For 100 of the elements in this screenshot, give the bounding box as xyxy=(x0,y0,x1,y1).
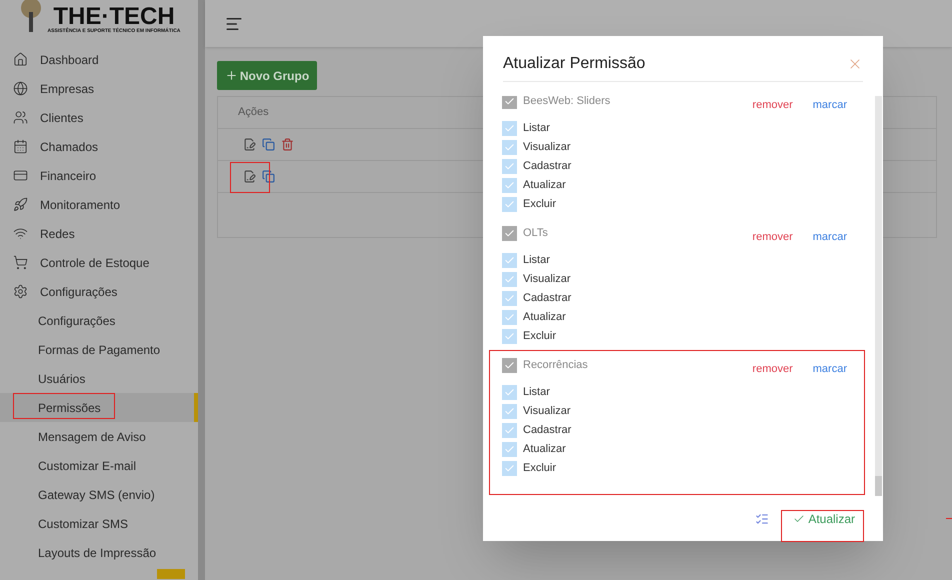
check-icon xyxy=(504,255,515,266)
check-icon xyxy=(504,387,515,398)
permission-label: Visualizar xyxy=(523,404,570,420)
cart-icon xyxy=(13,255,28,270)
permission-label: Atualizar xyxy=(523,310,566,326)
check-icon xyxy=(504,444,515,455)
checkbox[interactable] xyxy=(502,226,517,241)
update-button[interactable]: Atualizar xyxy=(793,510,855,528)
checkbox[interactable] xyxy=(502,442,517,457)
check-icon xyxy=(504,293,515,304)
list-icon[interactable] xyxy=(755,512,770,526)
sidebar-item[interactable]: Financeiro xyxy=(0,161,198,190)
check-icon xyxy=(504,274,515,285)
permission-label: Listar xyxy=(523,253,550,268)
sidebar-subitem[interactable]: Configurações xyxy=(0,306,198,335)
checkbox[interactable] xyxy=(502,423,517,438)
sidebar-subitem[interactable]: Customizar SMS xyxy=(0,509,198,538)
check-icon xyxy=(504,180,515,191)
mark-link[interactable]: marcar xyxy=(812,229,847,246)
sidebar-item[interactable]: Controle de Estoque xyxy=(0,248,198,277)
sidebar-subitem[interactable]: Customizar E-mail xyxy=(0,451,198,480)
sidebar-subitem[interactable]: Gateway SMS (envio) xyxy=(0,480,198,509)
sidebar-subitem[interactable]: Formas de Pagamento xyxy=(0,335,198,364)
check-icon xyxy=(504,142,515,153)
highlight-mark xyxy=(946,518,952,519)
check-icon xyxy=(504,312,515,323)
permission-label: Visualizar xyxy=(523,140,570,156)
copy-icon[interactable] xyxy=(262,138,275,151)
check-icon xyxy=(504,463,515,474)
check-icon xyxy=(504,199,515,210)
permission-label: Visualizar xyxy=(523,272,570,288)
permission-label: Listar xyxy=(523,121,550,136)
edit-icon[interactable] xyxy=(243,170,256,183)
badge xyxy=(157,569,185,579)
checkbox[interactable] xyxy=(502,404,517,419)
permission-label: Excluir xyxy=(523,329,556,344)
sidebar-item[interactable]: Redes xyxy=(0,219,198,248)
group-label: BeesWeb: Sliders xyxy=(523,96,610,109)
checkbox[interactable] xyxy=(502,253,517,268)
remove-link[interactable]: remover xyxy=(752,229,793,246)
sidebar-item[interactable]: Configurações xyxy=(0,277,198,306)
permission-label: Atualizar xyxy=(523,178,566,194)
checkbox[interactable] xyxy=(502,272,517,287)
checkbox[interactable] xyxy=(502,358,517,373)
sidebar-item[interactable]: Dashboard xyxy=(0,45,198,74)
checkbox[interactable] xyxy=(502,140,517,155)
checkbox[interactable] xyxy=(502,461,517,476)
edit-icon[interactable] xyxy=(243,138,256,151)
check-icon xyxy=(504,425,515,436)
rocket-icon xyxy=(13,197,28,212)
checkbox[interactable] xyxy=(502,159,517,174)
checkbox[interactable] xyxy=(502,329,517,344)
globe-icon xyxy=(13,81,28,96)
check-icon xyxy=(504,228,515,239)
permission-label: Excluir xyxy=(523,197,556,212)
remove-link[interactable]: remover xyxy=(752,97,793,114)
sidebar-item[interactable]: Clientes xyxy=(0,103,198,132)
sidebar-item[interactable]: Monitoramento xyxy=(0,190,198,219)
checkbox[interactable] xyxy=(502,291,517,306)
group-label: OLTs xyxy=(523,226,548,241)
permission-label: Atualizar xyxy=(523,442,566,458)
check-icon xyxy=(504,123,515,134)
check-icon xyxy=(504,161,515,172)
sidebar-subitem[interactable]: Mensagem de Aviso xyxy=(0,422,198,451)
permission-label: Cadastrar xyxy=(523,423,572,438)
checkbox[interactable] xyxy=(502,310,517,325)
card-icon xyxy=(13,168,28,183)
sidebar-subitem[interactable]: Permissões xyxy=(0,393,198,422)
mark-link[interactable]: marcar xyxy=(812,361,847,378)
sidebar-item[interactable]: Empresas xyxy=(0,74,198,103)
highlight-frame xyxy=(230,162,270,193)
sidebar-subitem[interactable]: Usuários xyxy=(0,364,198,393)
checkbox[interactable] xyxy=(502,96,517,109)
checkbox[interactable] xyxy=(502,197,517,212)
check-icon xyxy=(504,96,515,107)
delete-icon[interactable] xyxy=(281,138,294,151)
users-icon xyxy=(13,110,28,125)
permission-label: Excluir xyxy=(523,461,556,476)
calendar-icon xyxy=(13,139,28,154)
remove-link[interactable]: remover xyxy=(752,361,793,378)
column-header: Ações xyxy=(238,105,269,120)
new-group-button[interactable]: Novo Grupo xyxy=(217,61,317,90)
check-icon xyxy=(504,406,515,417)
checkbox[interactable] xyxy=(502,121,517,136)
check-icon xyxy=(504,331,515,342)
settings-icon xyxy=(13,284,28,299)
mark-link[interactable]: marcar xyxy=(812,97,847,114)
check-icon xyxy=(504,360,515,371)
sidebar-item[interactable]: Chamados xyxy=(0,132,198,161)
copy-icon[interactable] xyxy=(262,170,275,183)
sidebar-subitem[interactable]: Layouts de Impressão xyxy=(0,538,198,567)
permission-label: Listar xyxy=(523,385,550,400)
checkbox[interactable] xyxy=(502,178,517,193)
permission-label: Cadastrar xyxy=(523,159,572,174)
group-label: Recorrências xyxy=(523,358,588,373)
permission-label: Cadastrar xyxy=(523,291,572,306)
plus-icon xyxy=(224,69,238,82)
logo-text: THE·TECH xyxy=(53,5,175,29)
checkbox[interactable] xyxy=(502,385,517,400)
home-icon xyxy=(13,52,28,67)
